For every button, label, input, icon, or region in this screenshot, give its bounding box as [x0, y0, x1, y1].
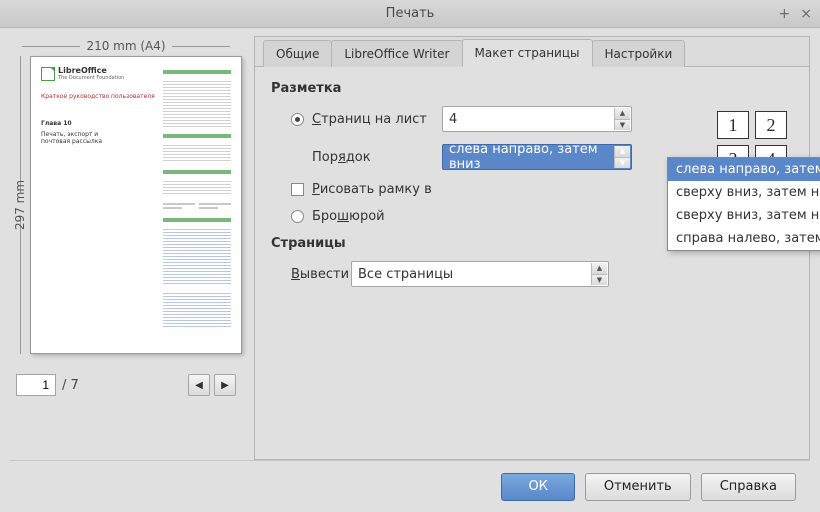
cancel-button[interactable]: Отменить: [585, 473, 691, 501]
page-number-input[interactable]: [16, 374, 56, 396]
dropdown-option[interactable]: сверху вниз, затем налево: [668, 204, 820, 227]
chevron-up-icon[interactable]: ▲: [614, 108, 630, 120]
page-width-label: 210 mm (A4): [10, 36, 242, 56]
brochure-label: Брошюрой: [312, 209, 442, 224]
nup-cell: 1: [717, 111, 749, 139]
chevron-up-icon[interactable]: ▲: [591, 263, 607, 275]
tab-settings[interactable]: Настройки: [592, 40, 686, 67]
dialog-body: 210 mm (A4) 297 mm LibreOfficeThe Docume…: [0, 28, 820, 512]
content-area: 210 mm (A4) 297 mm LibreOfficeThe Docume…: [10, 36, 810, 460]
dropdown-option[interactable]: слева направо, затем вниз: [668, 158, 820, 181]
tab-writer[interactable]: LibreOffice Writer: [331, 40, 462, 67]
dropdown-option[interactable]: справа налево, затем вниз: [668, 227, 820, 250]
next-page-button[interactable]: ▶: [214, 374, 236, 396]
chevron-up-icon[interactable]: ▲: [614, 146, 630, 158]
checkbox-draw-border[interactable]: [291, 183, 304, 196]
draw-border-label: Рисовать рамку в: [312, 182, 432, 197]
page-navigator: / 7 ◀ ▶: [10, 374, 242, 396]
tab-bar: Общие LibreOffice Writer Макет страницы …: [255, 37, 809, 67]
ok-button[interactable]: ОК: [501, 473, 574, 501]
chevron-down-icon[interactable]: ▼: [614, 120, 630, 131]
pages-per-sheet-label: Страниц на лист: [312, 112, 442, 127]
include-label: Вывести: [291, 267, 351, 282]
radio-pages-per-sheet[interactable]: [291, 113, 304, 126]
options-pane: Общие LibreOffice Writer Макет страницы …: [254, 36, 810, 460]
libreoffice-logo: LibreOfficeThe Document Foundation: [41, 67, 155, 81]
tab-general[interactable]: Общие: [263, 40, 332, 67]
nup-cell: 2: [755, 111, 787, 139]
prev-page-button[interactable]: ◀: [188, 374, 210, 396]
print-dialog: Печать + × 210 mm (A4) 297 mm: [0, 0, 820, 512]
page-total: / 7: [62, 378, 79, 393]
chevron-down-icon[interactable]: ▼: [591, 275, 607, 286]
dropdown-option[interactable]: сверху вниз, затем направо: [668, 181, 820, 204]
close-icon[interactable]: ×: [800, 6, 812, 22]
tab-page-layout[interactable]: Макет страницы: [462, 39, 593, 67]
button-bar: ОК Отменить Справка: [10, 460, 810, 512]
order-combo[interactable]: слева направо, затем вниз ▲▼: [442, 144, 632, 170]
page-preview: LibreOfficeThe Document Foundation Кратк…: [30, 56, 242, 354]
order-label: Порядок: [312, 150, 442, 165]
window-controls: + ×: [779, 0, 812, 28]
maximize-icon[interactable]: +: [779, 6, 791, 22]
tab-content: Разметка Страниц на лист 4 ▲▼ Порядок: [255, 67, 809, 313]
window-title: Печать: [386, 6, 435, 21]
radio-brochure[interactable]: [291, 210, 304, 223]
order-dropdown[interactable]: слева направо, затем вниз сверху вниз, з…: [667, 157, 820, 251]
section-layout-title: Разметка: [271, 81, 793, 96]
page-height-label: 297 mm: [10, 56, 30, 354]
preview-pane: 210 mm (A4) 297 mm LibreOfficeThe Docume…: [10, 36, 242, 460]
titlebar[interactable]: Печать + ×: [0, 0, 820, 28]
pages-per-sheet-combo[interactable]: 4 ▲▼: [442, 106, 632, 132]
chevron-down-icon[interactable]: ▼: [614, 158, 630, 169]
include-combo[interactable]: Все страницы ▲▼: [351, 261, 609, 287]
help-button[interactable]: Справка: [701, 473, 796, 501]
